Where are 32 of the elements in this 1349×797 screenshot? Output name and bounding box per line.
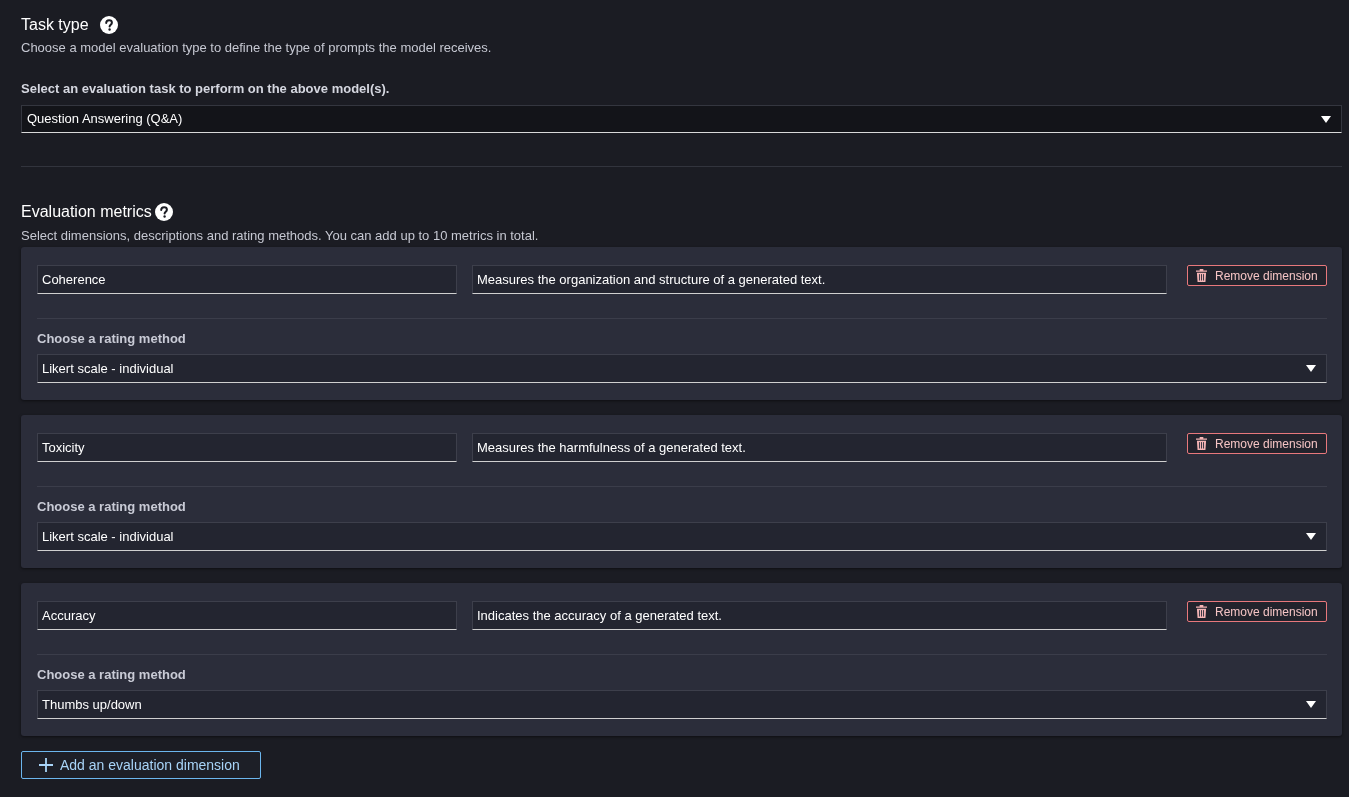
name-field[interactable]: Accuracy [37,601,457,630]
section-title: Evaluation metrics [21,202,152,222]
remove-dimension-button[interactable]: Remove dimension [1187,433,1327,454]
caret-down-icon [1306,533,1316,540]
rating-method-select[interactable]: Likert scale - individual [37,354,1327,383]
field-label: Choose a rating method [37,498,187,516]
field-label: Choose a rating method [37,666,187,684]
task-select[interactable]: Question Answering (Q&A) [21,105,1342,133]
rating-method-select[interactable]: Thumbs up/down [37,690,1327,719]
add-dimension-button[interactable]: Add an evaluation dimension [21,751,261,779]
remove-dimension-button[interactable]: Remove dimension [1187,265,1327,286]
trash-icon [1196,269,1207,282]
trash-icon [1196,605,1207,618]
section-description: Choose a model evaluation type to define the type of prompts the model receives. [21,39,493,57]
help-icon[interactable] [154,203,173,221]
section-title: Task type [21,15,89,35]
field-label: Select an evaluation task to perform on the above model(s). [21,80,391,98]
section-description: Select dimensions, descriptions and rating methods. You can add up to 10 metrics in total. [21,227,540,245]
rating-method-select[interactable]: Likert scale - individual [37,522,1327,551]
caret-down-icon [1306,701,1316,708]
remove-dimension-button[interactable]: Remove dimension [1187,601,1327,622]
plus-icon [39,758,53,772]
name-field[interactable]: Coherence [37,265,457,294]
help-icon[interactable] [99,16,118,34]
description-field[interactable]: Indicates the accuracy of a generated text. [472,601,1167,630]
description-field[interactable]: Measures the harmfulness of a generated text. [472,433,1167,462]
caret-down-icon [1306,365,1316,372]
trash-icon [1196,437,1207,450]
description-field[interactable]: Measures the organization and structure of a generated text. [472,265,1167,294]
name-field[interactable]: Toxicity [37,433,457,462]
caret-down-icon [1321,115,1331,123]
field-label: Choose a rating method [37,330,187,348]
